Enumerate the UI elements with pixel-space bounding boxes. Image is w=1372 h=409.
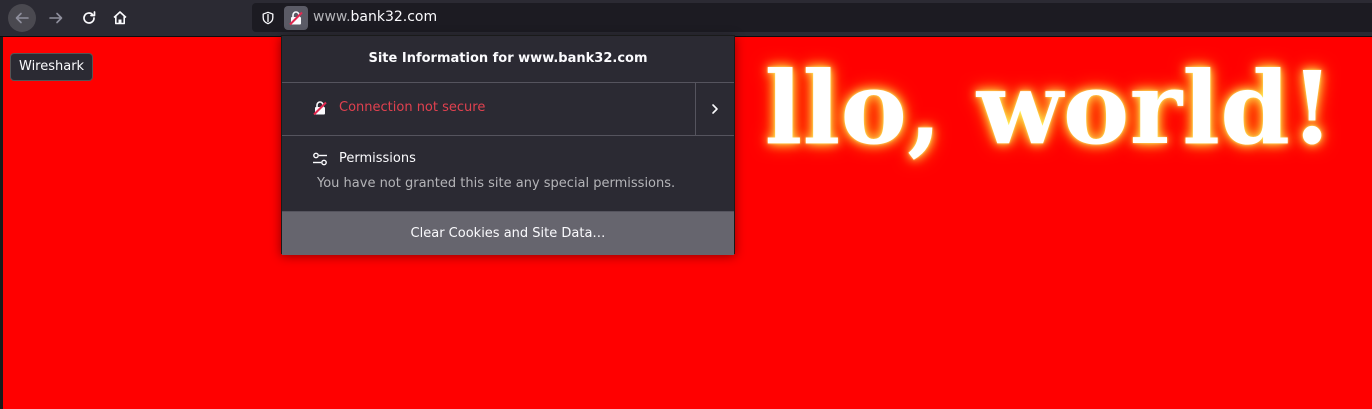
permissions-sliders-icon (312, 151, 328, 171)
forward-button[interactable] (42, 4, 70, 32)
reload-button[interactable] (75, 4, 103, 32)
reload-icon (83, 11, 96, 24)
connection-details-button[interactable] (695, 83, 734, 135)
insecure-lock-icon (312, 100, 328, 120)
clear-cookies-button[interactable]: Clear Cookies and Site Data… (282, 212, 734, 255)
url-prefix: www. (313, 9, 351, 25)
panel-title: Site Information for www.bank32.com (282, 36, 734, 83)
permissions-title: Permissions (339, 151, 416, 166)
permissions-description: You have not granted this site any speci… (317, 176, 676, 191)
arrow-left-icon (15, 12, 29, 24)
back-button[interactable] (8, 4, 36, 32)
chevron-right-icon (712, 104, 718, 114)
site-info-button[interactable] (284, 6, 308, 30)
permissions-section: Permissions You have not granted this si… (282, 136, 734, 212)
shield-icon (262, 11, 274, 25)
window-edge (0, 37, 3, 409)
arrow-right-icon (49, 12, 63, 24)
site-info-panel: Site Information for www.bank32.com Conn… (281, 35, 735, 255)
connection-status-label: Connection not secure (339, 100, 486, 115)
wireshark-badge[interactable]: Wireshark (10, 53, 94, 81)
home-button[interactable] (106, 4, 134, 32)
url-bar[interactable]: www.bank32.com (252, 3, 1372, 32)
browser-toolbar: www.bank32.com (0, 0, 1372, 37)
page-heading: llo, world! (764, 49, 1334, 167)
connection-security-row[interactable]: Connection not secure (282, 83, 734, 136)
tracking-protection-button[interactable] (256, 6, 280, 30)
home-icon (113, 11, 127, 25)
url-domain: bank32.com (350, 9, 438, 25)
url-text[interactable]: www.bank32.com (313, 9, 437, 25)
insecure-lock-icon (289, 11, 303, 26)
